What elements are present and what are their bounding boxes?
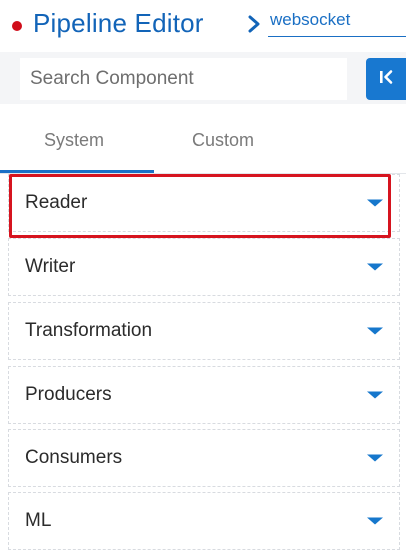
accordion-label: Writer [25,256,76,277]
pipeline-editor-panel: Pipeline Editor websocket System Custom [0,0,406,552]
collapse-panel-button[interactable] [366,58,406,100]
component-tabs: System Custom [0,104,406,174]
caret-down-icon [367,517,383,525]
accordion-item-producers[interactable]: Producers [8,366,400,424]
search-row [0,52,406,104]
accordion-item-transformation[interactable]: Transformation [8,302,400,360]
accordion-label: Transformation [25,320,153,341]
tab-custom[interactable]: Custom [192,130,254,151]
accordion-label: Reader [25,192,88,213]
caret-down-icon [367,199,383,207]
caret-down-icon [367,454,383,462]
accordion-item-writer[interactable]: Writer [8,238,400,296]
caret-down-icon [367,263,383,271]
tab-system[interactable]: System [44,130,104,151]
accordion-item-consumers[interactable]: Consumers [8,429,400,487]
pipeline-name-link[interactable]: websocket [270,10,350,30]
accordion-item-ml[interactable]: ML [8,492,400,550]
collapse-left-icon [377,68,395,91]
caret-down-icon [367,327,383,335]
search-input[interactable] [20,58,347,100]
caret-down-icon [367,391,383,399]
page-title: Pipeline Editor [33,8,204,38]
chevron-right-icon [243,12,265,36]
editor-header: Pipeline Editor websocket [0,0,406,48]
accordion-label: Producers [25,384,112,405]
accordion-label: ML [25,510,52,531]
accordion-item-reader[interactable]: Reader [8,174,400,232]
accordion-label: Consumers [25,447,123,468]
status-dot-icon [12,21,22,31]
pipeline-name-underline [268,36,406,37]
